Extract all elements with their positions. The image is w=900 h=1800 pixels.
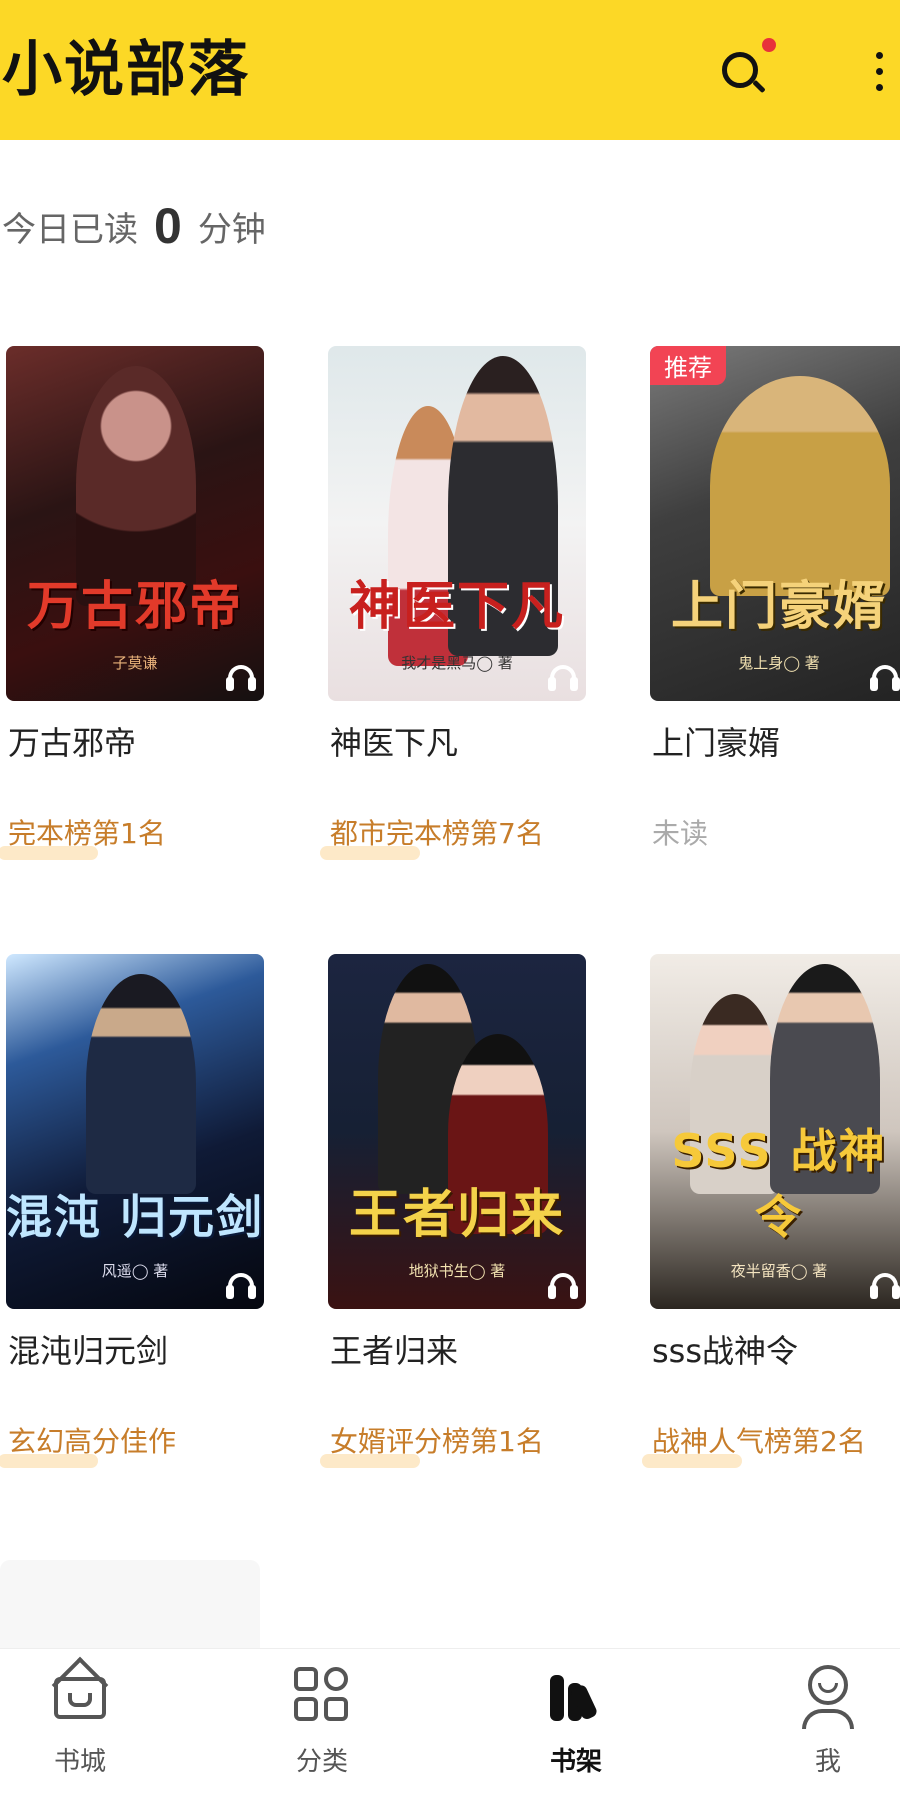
nav-tab-bookstore[interactable]: 书城 (0, 1649, 160, 1800)
reading-time-prefix: 今日已读 (2, 209, 138, 250)
reading-time-suffix: 分钟 (197, 209, 266, 250)
book-rank-tag: 都市完本榜第7名 (330, 817, 544, 850)
cover-title: 混沌 归元剑 (6, 1190, 264, 1244)
cover-title: 万古邪帝 (26, 577, 243, 637)
nav-label: 书城 (53, 1747, 106, 1777)
book-rank-tag: 女婿评分榜第1名 (330, 1425, 544, 1458)
book-title[interactable]: 混沌归元剑 (8, 1326, 168, 1372)
book-cover[interactable]: 混沌 归元剑 风遥◯ 著 (6, 954, 264, 1309)
nav-tab-profile[interactable]: 我 (748, 1649, 900, 1800)
nav-tab-category[interactable]: 分类 (242, 1649, 402, 1800)
headphones-icon (546, 661, 580, 695)
app-title: 小说部落 (2, 35, 250, 105)
profile-icon (798, 1665, 858, 1729)
nav-tab-bookshelf[interactable]: 书架 (496, 1649, 656, 1800)
headphones-icon (546, 1269, 580, 1303)
bookshelf-icon (546, 1665, 606, 1725)
cover-author: 鬼上身◯ 著 (738, 654, 820, 672)
nav-label: 书架 (549, 1747, 602, 1777)
nav-label: 分类 (295, 1747, 348, 1777)
book-status-tag: 未读 (652, 817, 709, 850)
headphones-icon (868, 661, 900, 695)
cover-author: 夜半留香◯ 著 (730, 1262, 828, 1280)
cover-title: SSS 战神令 (671, 1124, 887, 1244)
book-title[interactable]: 万古邪帝 (8, 718, 136, 764)
app-header: 小说部落 (0, 0, 900, 140)
recommend-badge: 推荐 (650, 346, 726, 385)
notification-dot (762, 38, 776, 52)
nav-label: 我 (814, 1747, 841, 1777)
book-rank-tag: 完本榜第1名 (8, 817, 166, 850)
book-cover[interactable]: 万古邪帝 子莫谦 (6, 346, 264, 701)
book-rank-tag: 玄幻高分佳作 (8, 1425, 177, 1458)
cover-title: 上门豪婿 (670, 577, 887, 637)
more-menu-button[interactable] (862, 44, 898, 100)
book-cover[interactable]: 上门豪婿 鬼上身◯ 著 推荐 (650, 346, 900, 701)
headphones-icon (224, 1269, 258, 1303)
book-cover[interactable]: 王者归来 地狱书生◯ 著 (328, 954, 586, 1309)
reading-time-stat: 今日已读 0 分钟 (2, 196, 266, 256)
book-cover[interactable]: 神医下凡 我才是黑马◯ 著 (328, 346, 586, 701)
book-cover[interactable]: SSS 战神令 夜半留香◯ 著 (650, 954, 900, 1309)
book-title[interactable]: sss战神令 (652, 1326, 798, 1372)
book-title[interactable]: 王者归来 (330, 1326, 458, 1372)
book-title[interactable]: 上门豪婿 (652, 718, 780, 764)
reading-time-value: 0 (154, 198, 182, 254)
search-button[interactable] (710, 38, 776, 102)
bookstore-icon (50, 1656, 110, 1725)
cover-title: 神医下凡 (348, 577, 565, 637)
bottom-nav: 书城 分类 书架 我 (0, 1648, 900, 1800)
category-icon (292, 1665, 352, 1725)
book-rank-tag: 战神人气榜第2名 (652, 1425, 866, 1458)
book-title[interactable]: 神医下凡 (330, 718, 458, 764)
headphones-icon (224, 661, 258, 695)
cover-title: 王者归来 (348, 1185, 565, 1245)
headphones-icon (868, 1269, 900, 1303)
